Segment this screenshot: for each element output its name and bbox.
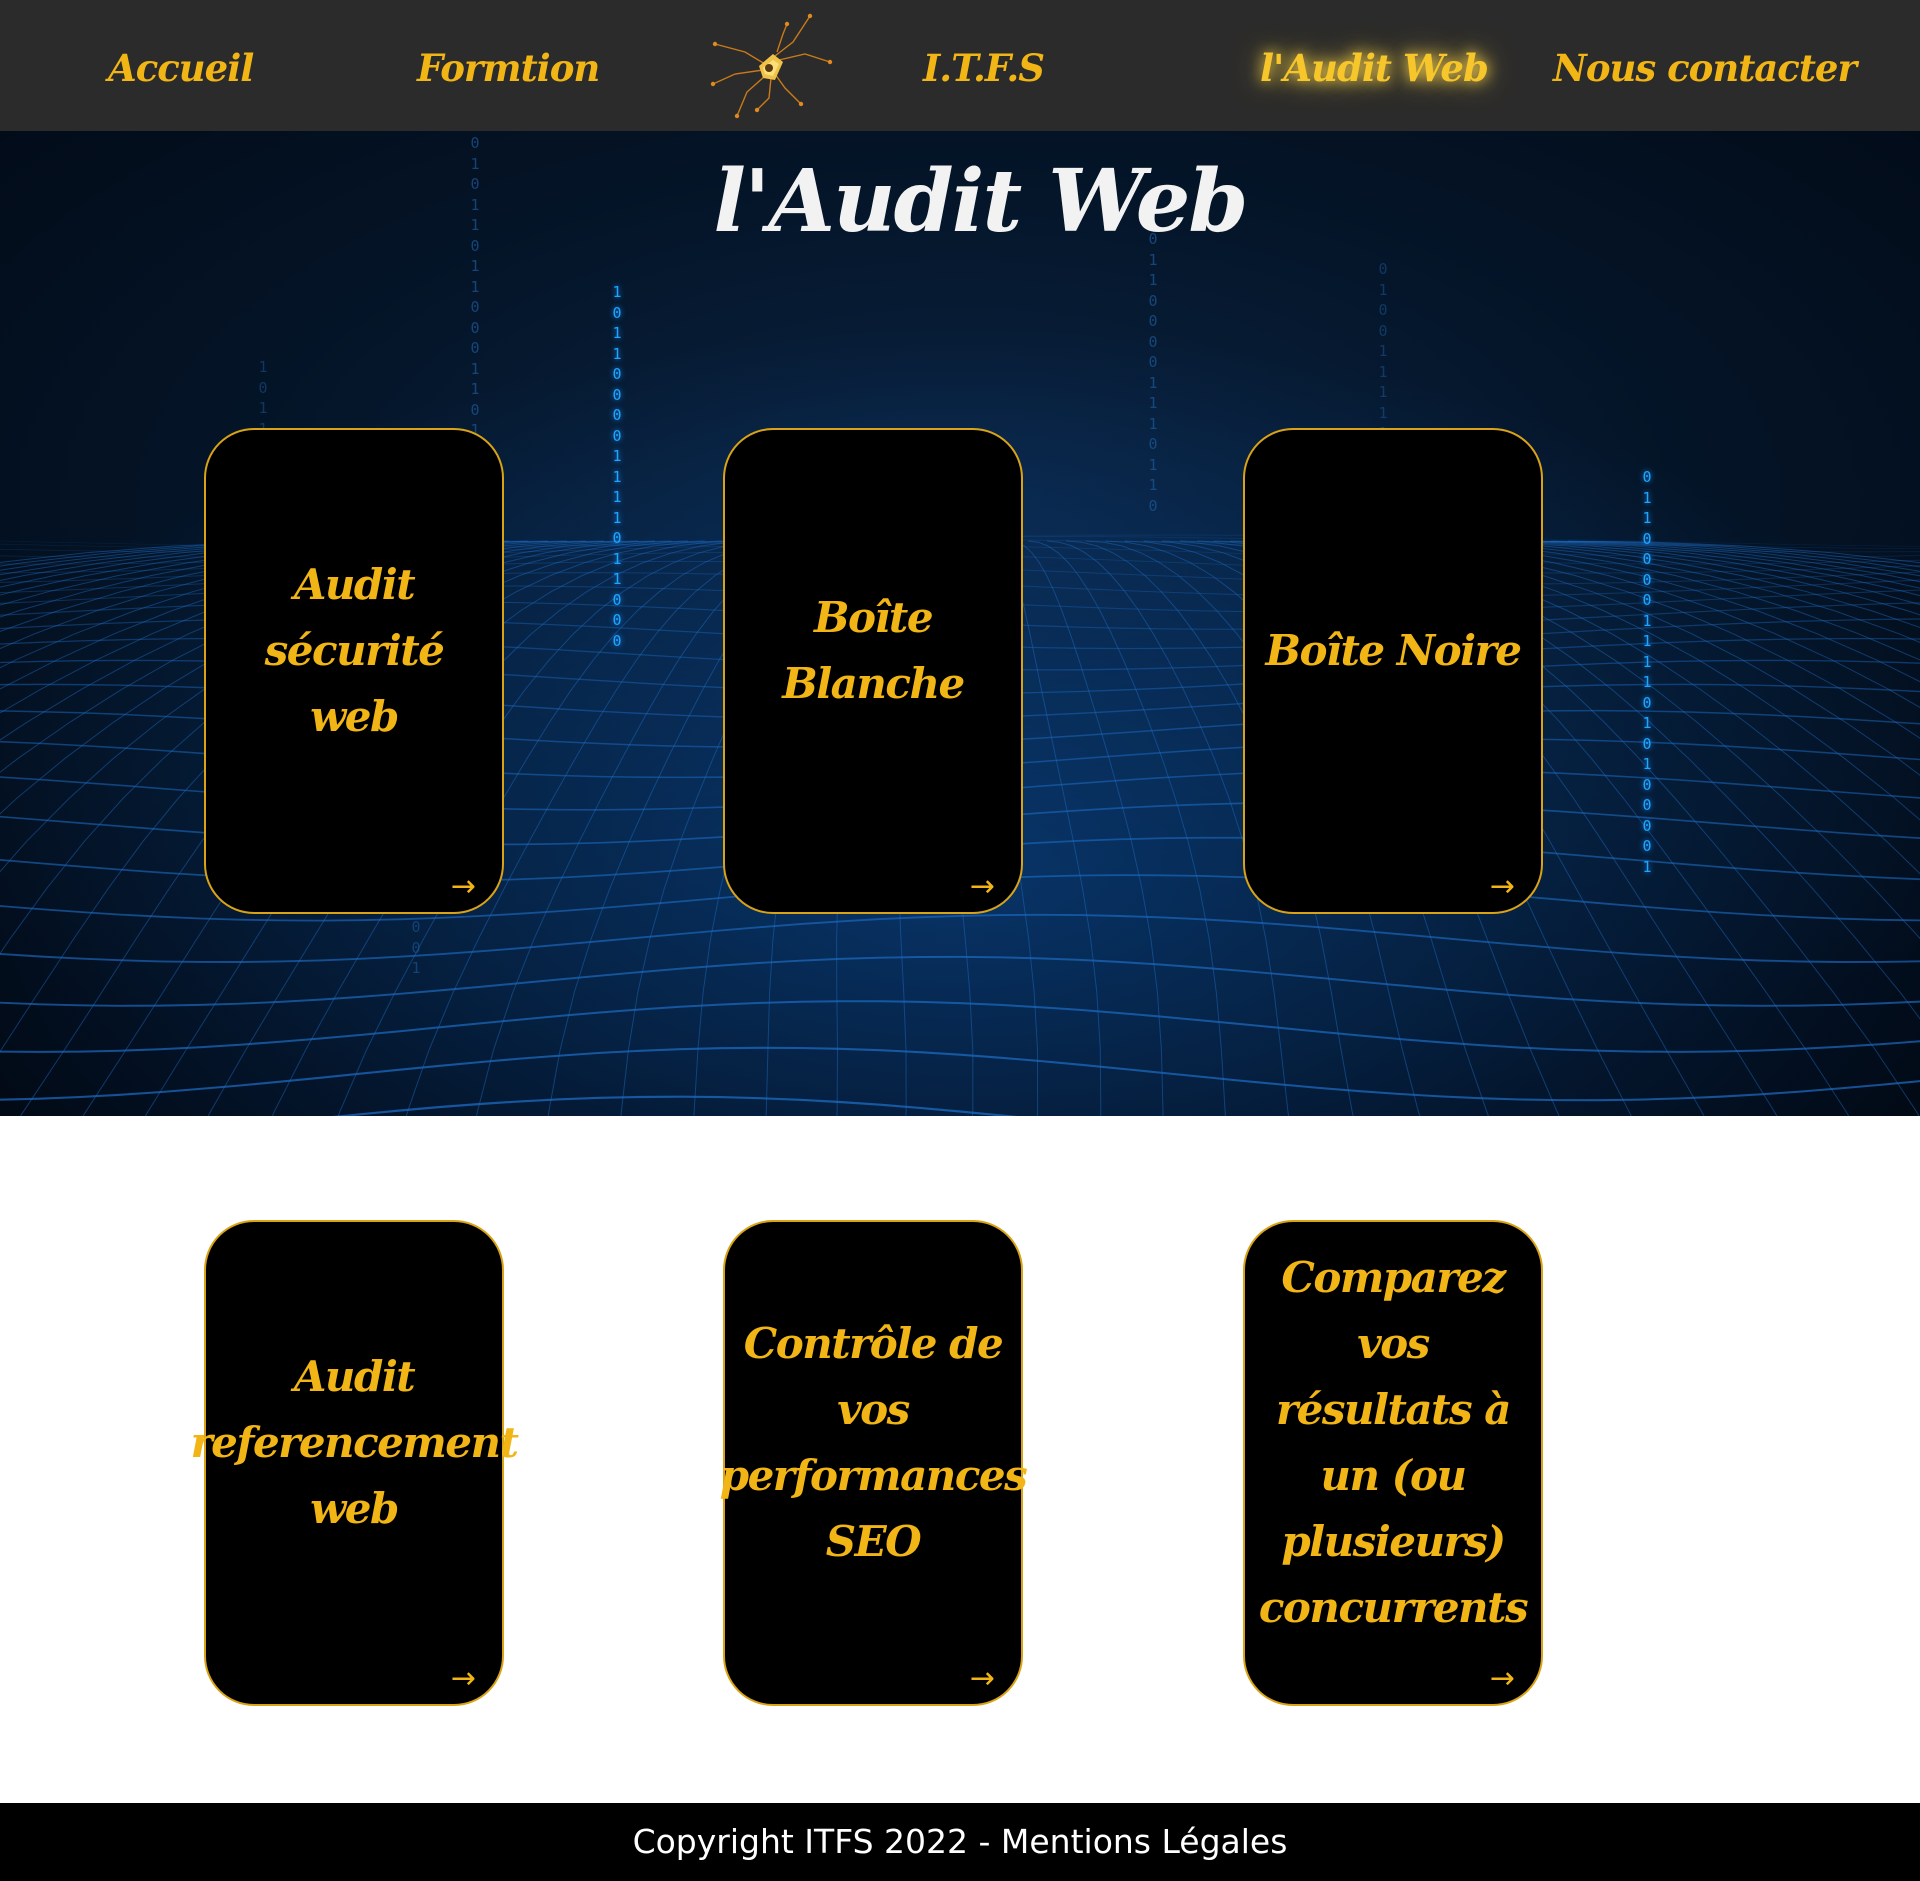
arrow-right-icon[interactable]: → — [970, 1664, 995, 1694]
arrow-right-icon[interactable]: → — [451, 1664, 476, 1694]
arrow-right-icon[interactable]: → — [1490, 1664, 1515, 1694]
main-nav: Accueil Formtion I.T.F.S l'Audit Web Nou… — [0, 0, 1920, 131]
card-audit-referencement-web[interactable]: Audit referencement web → — [190, 1220, 519, 1706]
arrow-right-icon[interactable]: → — [1490, 872, 1515, 902]
card-label: Audit referencement web — [190, 1352, 519, 1533]
card-label: Comparez vos résultats à un (ou plusieur… — [1258, 1253, 1529, 1632]
card-audit-securite-web[interactable]: Audit sécurité web → — [204, 428, 504, 914]
nav-link-accueil[interactable]: Accueil — [108, 40, 254, 96]
arrow-right-icon[interactable]: → — [970, 872, 995, 902]
footer: Copyright ITFS 2022 - Mentions Légales — [0, 1803, 1920, 1881]
arrow-right-icon[interactable]: → — [451, 872, 476, 902]
page-title: l'Audit Web — [713, 151, 1248, 252]
nav-link-formation[interactable]: Formtion — [417, 40, 600, 96]
card-comparez-concurrents[interactable]: Comparez vos résultats à un (ou plusieur… — [1243, 1220, 1543, 1706]
card-label: Audit sécurité web — [264, 560, 445, 741]
binary-column-decoration: 1011 — [258, 358, 268, 438]
binary-column-decoration: 01100001111010100001 — [1642, 468, 1652, 876]
nav-link-nous-contacter[interactable]: Nous contacter — [1553, 40, 1857, 96]
card-controle-performances-seo[interactable]: Contrôle de vos performances SEO → — [719, 1220, 1028, 1706]
footer-copyright-link[interactable]: Copyright ITFS 2022 - Mentions Légales — [633, 1822, 1288, 1861]
card-label: Contrôle de vos performances SEO — [719, 1319, 1028, 1566]
binary-column-decoration: 101100001111011000 — [612, 283, 622, 650]
card-boite-blanche[interactable]: Boîte Blanche → — [723, 428, 1023, 914]
spider-logo-icon[interactable] — [705, 12, 835, 122]
nav-link-audit-web[interactable]: l'Audit Web — [1260, 40, 1489, 96]
card-label: Boîte Noire — [1265, 626, 1522, 675]
binary-column-decoration: 001 — [411, 918, 421, 977]
nav-link-itfs[interactable]: I.T.F.S — [923, 40, 1045, 96]
card-label: Boîte Blanche — [782, 593, 965, 708]
card-boite-noire[interactable]: Boîte Noire → — [1243, 428, 1543, 914]
binary-column-decoration: 01100001110110 — [1148, 230, 1158, 515]
